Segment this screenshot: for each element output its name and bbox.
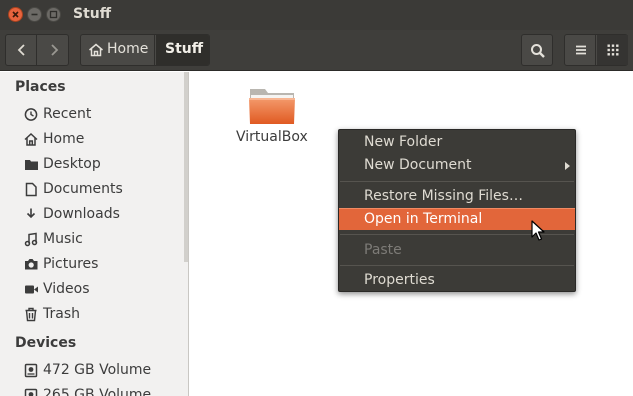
music-icon — [24, 232, 38, 247]
menu-item-label: New Document — [364, 157, 472, 173]
sidebar-item-label: Recent — [43, 106, 92, 122]
sidebar-item-videos[interactable]: Videos — [22, 278, 182, 302]
download-icon — [26, 208, 36, 219]
breadcrumb-home[interactable]: Home — [81, 35, 155, 65]
clock-icon — [24, 108, 38, 121]
menu-item-label: Open in Terminal — [364, 211, 483, 227]
devices-header: Devices — [15, 335, 77, 351]
back-button[interactable] — [6, 35, 37, 65]
maximize-button[interactable] — [46, 7, 61, 22]
drive-icon — [24, 363, 38, 378]
minimize-icon — [31, 13, 38, 16]
folder-icon — [249, 89, 295, 124]
sidebar-item-volume-472[interactable]: 472 GB Volume — [22, 359, 182, 383]
folder-label[interactable]: VirtualBox — [236, 129, 308, 145]
breadcrumb: Home Stuff — [80, 34, 210, 66]
menu-item-new-document[interactable]: New Document — [339, 155, 575, 177]
menu-item-restore-missing-files[interactable]: Restore Missing Files… — [339, 186, 575, 208]
sidebar-item-label: Documents — [43, 181, 123, 197]
sidebar-item-volume-265[interactable]: 265 GB Volume — [22, 384, 182, 396]
title-bar: Stuff — [0, 0, 633, 30]
sidebar-item-label: Videos — [43, 281, 90, 297]
list-view-icon — [576, 45, 586, 55]
mouse-cursor-icon — [531, 220, 545, 241]
camera-icon — [25, 259, 38, 270]
sidebar-item-trash[interactable]: Trash — [22, 303, 182, 327]
menu-item-paste: Paste — [339, 240, 575, 262]
menu-item-label: Restore Missing Files… — [364, 188, 523, 204]
menu-separator — [340, 181, 574, 182]
search-button[interactable] — [521, 34, 553, 66]
context-menu: New Folder New Document Restore Missing … — [338, 129, 576, 292]
sidebar-item-label: Home — [43, 131, 85, 147]
home-icon — [89, 43, 103, 57]
sidebar-item-pictures[interactable]: Pictures — [22, 253, 182, 277]
breadcrumb-current[interactable]: Stuff — [156, 35, 209, 65]
sidebar-item-label: Pictures — [43, 256, 99, 272]
window-title: Stuff — [73, 6, 112, 22]
sidebar-item-label: Music — [43, 231, 83, 247]
breadcrumb-home-label: Home — [107, 41, 149, 57]
document-icon — [25, 182, 37, 197]
maximize-icon — [49, 10, 58, 19]
places-header: Places — [15, 79, 66, 95]
menu-item-label: Paste — [364, 242, 402, 258]
menu-separator — [340, 265, 574, 266]
navigation-buttons — [5, 34, 69, 66]
sidebar-item-documents[interactable]: Documents — [22, 178, 182, 202]
video-icon — [25, 285, 38, 294]
sidebar-item-desktop[interactable]: Desktop — [22, 153, 182, 177]
view-buttons — [564, 34, 628, 66]
grid-view-icon — [607, 44, 619, 56]
sidebar-item-label: 265 GB Volume — [43, 387, 152, 396]
drive-icon — [24, 388, 38, 396]
close-button[interactable] — [8, 7, 23, 22]
sidebar-scrollbar[interactable] — [184, 72, 188, 262]
folder-icon — [25, 160, 38, 170]
menu-item-label: New Folder — [364, 134, 443, 150]
search-icon — [531, 44, 545, 58]
grid-view-button[interactable] — [597, 35, 628, 65]
chevron-right-icon — [51, 44, 59, 56]
folder-item-virtualbox[interactable] — [248, 86, 296, 126]
sidebar-item-home[interactable]: Home — [22, 128, 182, 152]
sidebar-item-label: Desktop — [43, 156, 101, 172]
toolbar: Home Stuff — [0, 30, 633, 71]
chevron-left-icon — [17, 44, 25, 56]
sidebar-item-downloads[interactable]: Downloads — [22, 203, 182, 227]
trash-icon — [25, 307, 37, 322]
menu-item-label: Properties — [364, 272, 435, 288]
minimize-button[interactable] — [27, 7, 42, 22]
sidebar-item-label: 472 GB Volume — [43, 362, 152, 378]
sidebar-item-recent[interactable]: Recent — [22, 103, 182, 127]
sidebar-item-music[interactable]: Music — [22, 228, 182, 252]
sidebar-item-label: Trash — [43, 306, 80, 322]
submenu-arrow-icon — [565, 162, 570, 170]
home-icon — [24, 132, 38, 146]
sidebar-item-label: Downloads — [43, 206, 120, 222]
close-icon — [12, 11, 19, 18]
menu-item-new-folder[interactable]: New Folder — [339, 132, 575, 154]
menu-item-properties[interactable]: Properties — [339, 270, 575, 292]
forward-button[interactable] — [38, 35, 69, 65]
sidebar: Places Recent Home Desktop Documents Dow… — [0, 72, 189, 396]
breadcrumb-current-label: Stuff — [165, 41, 204, 57]
list-view-button[interactable] — [565, 35, 596, 65]
